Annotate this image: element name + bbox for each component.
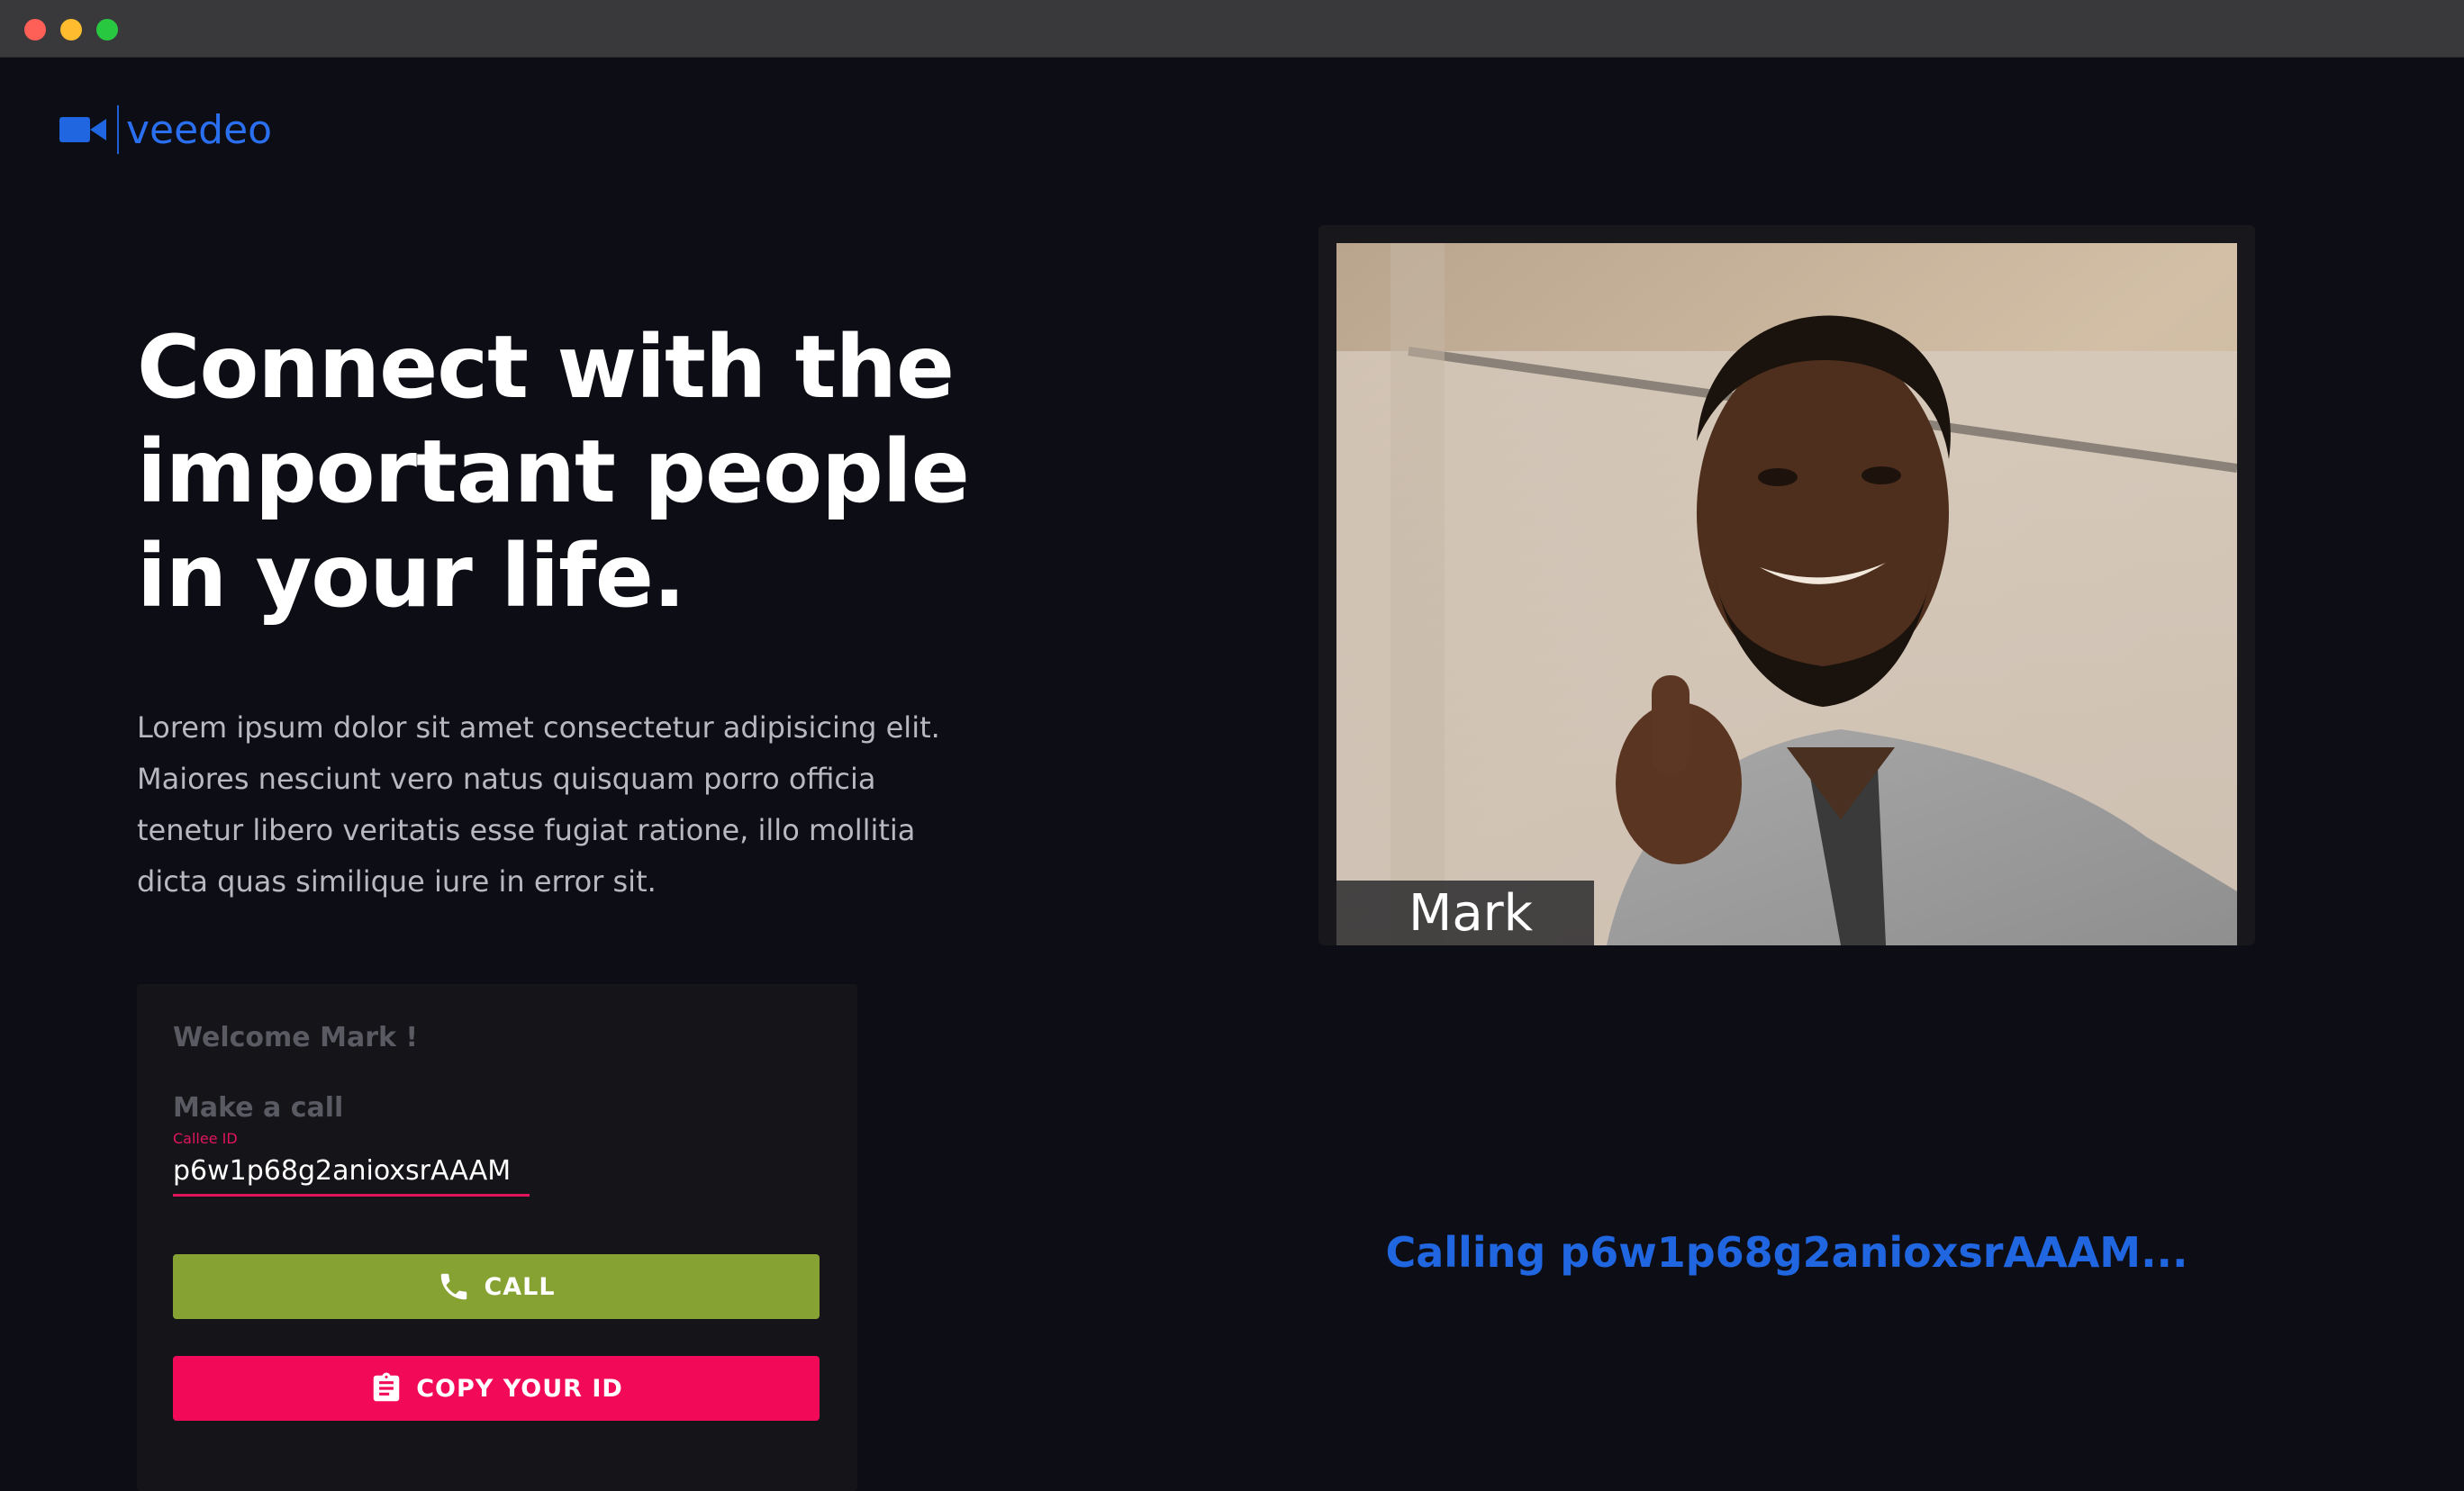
logo-divider: [117, 105, 119, 154]
local-video-feed: Mark: [1336, 243, 2237, 945]
copy-id-button-label: COPY YOUR ID: [416, 1374, 623, 1403]
close-window-button[interactable]: [24, 19, 46, 41]
participant-name: Mark: [1409, 884, 1534, 943]
participant-name-tag: Mark: [1336, 881, 1594, 945]
brand-name: veedeo: [126, 106, 273, 153]
hero-headline-line: Connect with the: [137, 317, 955, 418]
participant-video-image: [1336, 243, 2237, 945]
maximize-window-button[interactable]: [96, 19, 118, 41]
video-panel: Mark: [1318, 225, 2255, 945]
callee-id-input[interactable]: [173, 1148, 530, 1197]
copy-id-button[interactable]: COPY YOUR ID: [173, 1356, 820, 1421]
hero-description-line: Maiores nesciunt vero natus quisquam por…: [137, 762, 876, 796]
hero-description-line: tenetur libero veritatis esse fugiat rat…: [137, 813, 916, 847]
brand-logo[interactable]: veedeo: [58, 101, 272, 158]
clipboard-icon: [373, 1372, 400, 1402]
hero-headline-line: important people: [137, 421, 970, 522]
call-button-label: CALL: [484, 1272, 556, 1301]
hero-description-line: dicta quas similique iure in error sit.: [137, 864, 657, 899]
calling-status: Calling p6w1p68g2anioxsrAAAM...: [1385, 1228, 2188, 1277]
call-card: Welcome Mark ! Make a call Callee ID CAL…: [137, 984, 857, 1491]
video-camera-icon: [59, 117, 106, 142]
callee-id-label: Callee ID: [173, 1130, 238, 1147]
minimize-window-button[interactable]: [60, 19, 82, 41]
phone-icon: [441, 1273, 467, 1300]
window-titlebar: [0, 0, 2464, 58]
app-main: veedeo Connect with the important people…: [0, 58, 2464, 1491]
hero-headline: Connect with the important people in you…: [137, 315, 1001, 628]
hero-headline-line: in your life.: [137, 526, 685, 627]
hero-description: Lorem ipsum dolor sit amet consectetur a…: [137, 702, 965, 908]
hero-description-line: Lorem ipsum dolor sit amet consectetur a…: [137, 710, 940, 745]
make-call-heading: Make a call: [173, 1092, 344, 1124]
welcome-message: Welcome Mark !: [173, 1022, 419, 1053]
call-button[interactable]: CALL: [173, 1254, 820, 1319]
